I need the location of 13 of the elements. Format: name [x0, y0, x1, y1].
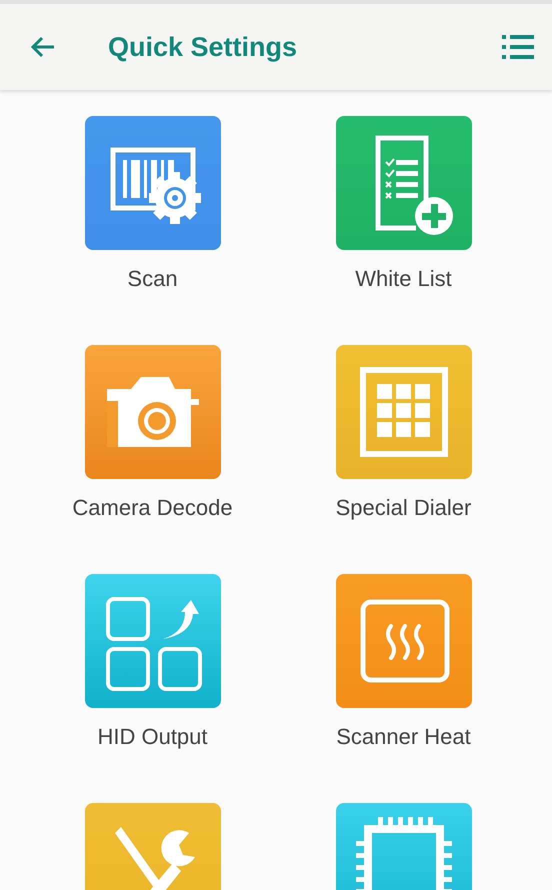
barcode-gear-icon	[84, 116, 220, 250]
keypad-icon	[336, 345, 472, 479]
quick-setting-item[interactable]: Scan	[27, 116, 278, 292]
heater-icon	[336, 574, 472, 708]
screen-title: Quick Settings	[108, 32, 298, 62]
quick-setting-item[interactable]: HID Output	[27, 574, 278, 750]
quick-setting-item[interactable]: Special Dialer	[278, 345, 529, 521]
quick-setting-item[interactable]: Camera Decode	[27, 345, 278, 521]
quick-setting-item[interactable]: White List	[278, 116, 529, 292]
list-menu-button[interactable]	[502, 34, 534, 60]
quick-setting-item[interactable]: Scanner Heat	[278, 574, 529, 750]
document-plus-icon	[336, 116, 472, 250]
camera-icon	[84, 345, 220, 479]
